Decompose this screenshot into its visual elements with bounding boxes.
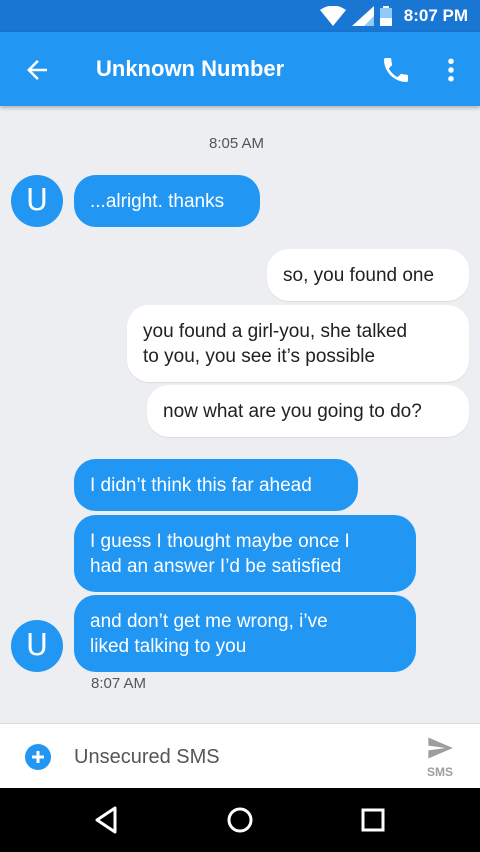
send-icon <box>428 737 453 759</box>
back-arrow-icon[interactable] <box>22 55 52 85</box>
system-nav-bar <box>0 788 480 852</box>
avatar[interactable]: U <box>11 175 63 227</box>
message-bubble-outgoing[interactable]: you found a girl-you, she talked to you,… <box>127 305 469 382</box>
battery-icon <box>379 6 392 26</box>
message-bubble-outgoing[interactable]: so, you found one <box>267 249 469 301</box>
send-type-label: SMS <box>426 765 453 779</box>
signal-icon <box>351 6 374 26</box>
message-bubble-incoming[interactable]: I guess I thought maybe once I had an an… <box>74 515 416 592</box>
status-bar: 8:07 PM <box>0 0 480 32</box>
status-icons: 8:07 PM <box>319 0 468 32</box>
message-text: I didn’t think this far ahead <box>90 474 312 496</box>
nav-recents-icon[interactable] <box>355 802 391 838</box>
message-input[interactable] <box>74 742 374 772</box>
conversation-title: Unknown Number <box>96 56 285 81</box>
message-text-line: liked talking to you <box>90 635 247 657</box>
timestamp-top: 8:05 AM <box>209 135 265 152</box>
message-text-line: and don’t get me wrong, i’ve <box>90 610 328 632</box>
message-text-line: to you, you see it’s possible <box>143 345 376 367</box>
nav-back-icon[interactable] <box>88 802 124 838</box>
message-bubble-incoming[interactable]: ...alright. thanks <box>74 175 260 227</box>
timestamp-bottom: 8:07 AM <box>91 675 147 692</box>
status-time: 8:07 PM <box>403 6 468 25</box>
more-vert-icon[interactable] <box>436 54 466 86</box>
message-bubble-incoming[interactable]: I didn’t think this far ahead <box>74 459 358 511</box>
message-text-line: I guess I thought maybe once I <box>90 530 350 552</box>
message-text: now what are you going to do? <box>163 400 422 422</box>
wifi-icon <box>319 6 346 26</box>
message-bubble-incoming[interactable]: and don’t get me wrong, i’ve liked talki… <box>74 595 416 672</box>
compose-bar: SMS <box>0 723 480 789</box>
app-bar: Unknown Number <box>0 32 480 106</box>
message-text-line: had an answer I’d be satisfied <box>90 555 342 577</box>
message-text: ...alright. thanks <box>90 190 225 212</box>
message-text: so, you found one <box>283 264 435 286</box>
send-button[interactable]: SMS <box>416 732 464 782</box>
phone-icon[interactable] <box>380 54 412 86</box>
add-circle-icon[interactable] <box>24 743 52 771</box>
avatar[interactable]: U <box>11 620 63 672</box>
message-bubble-outgoing[interactable]: now what are you going to do? <box>147 385 469 437</box>
nav-home-icon[interactable] <box>222 802 258 838</box>
message-text-line: you found a girl-you, she talked <box>143 320 408 342</box>
